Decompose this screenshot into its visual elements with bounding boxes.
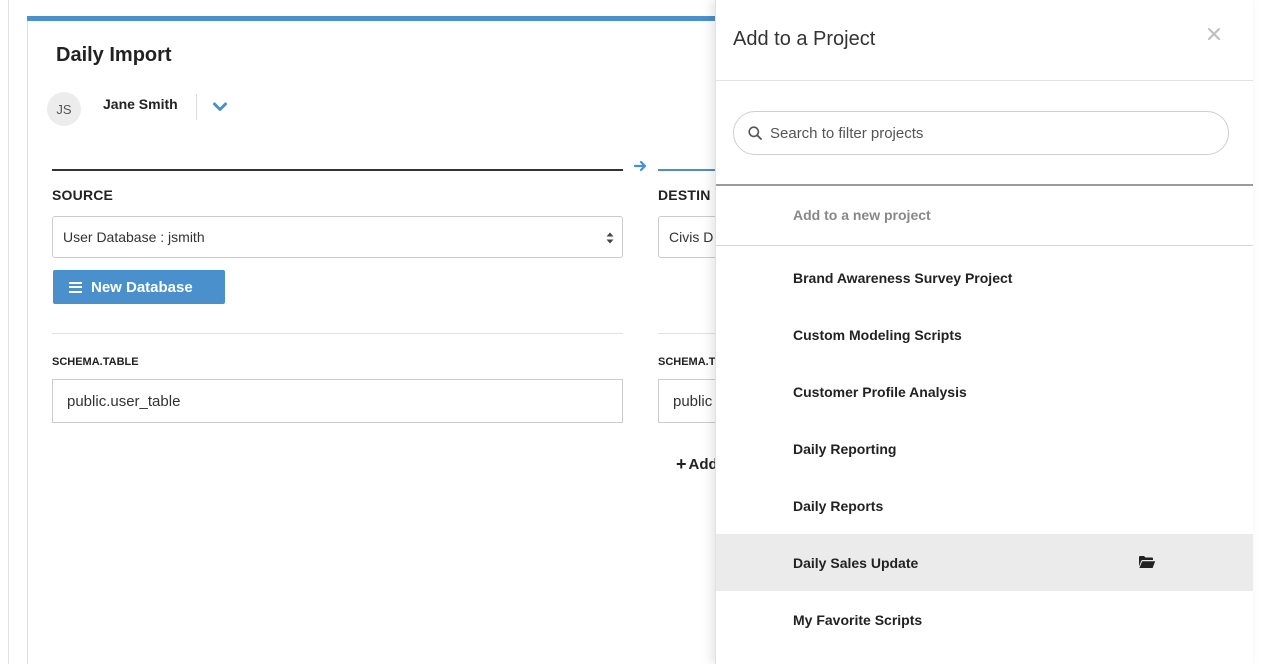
select-arrows-icon — [606, 232, 614, 244]
plus-icon: + — [676, 454, 687, 474]
source-database-value: User Database : jsmith — [63, 229, 205, 245]
chevron-down-icon — [212, 102, 227, 111]
source-flow-line — [52, 169, 623, 171]
project-item[interactable]: Daily Reporting — [716, 420, 1253, 477]
add-to-project-panel: Add to a Project Add to a new project Br… — [715, 0, 1253, 664]
source-divider — [52, 333, 623, 334]
arrow-right-icon — [633, 160, 647, 172]
source-schema-input[interactable]: public.user_table — [52, 379, 623, 423]
destination-heading: DESTIN — [658, 187, 711, 203]
project-item-label: My Favorite Scripts — [793, 611, 923, 628]
project-search-box[interactable] — [733, 111, 1229, 155]
owner-dropdown-button[interactable] — [209, 96, 231, 118]
owner-row: JS Jane Smith — [47, 92, 231, 126]
project-list: Brand Awareness Survey Project Custom Mo… — [716, 249, 1253, 648]
destination-flow-line — [658, 169, 718, 171]
project-item[interactable]: My Favorite Scripts — [716, 591, 1253, 648]
add-table-link[interactable]: + Add — [676, 454, 718, 475]
new-project-divider — [716, 245, 1253, 246]
project-item-label: Brand Awareness Survey Project — [793, 269, 1013, 286]
project-item-label: Daily Reports — [793, 497, 884, 514]
source-database-select[interactable]: User Database : jsmith — [52, 216, 623, 258]
destination-schema-label: SCHEMA.T — [658, 356, 716, 368]
hamburger-icon — [69, 281, 82, 293]
new-database-button[interactable]: New Database — [53, 270, 225, 304]
project-item[interactable]: Customer Profile Analysis — [716, 363, 1253, 420]
owner-divider — [195, 94, 197, 120]
destination-database-value: Civis D — [669, 229, 714, 245]
add-table-label: Add — [688, 456, 718, 473]
project-item-label: Daily Sales Update — [793, 554, 919, 571]
search-divider — [716, 184, 1253, 186]
folder-open-icon[interactable] — [1138, 555, 1156, 569]
avatar: JS — [47, 92, 81, 126]
panel-header-divider — [716, 80, 1253, 81]
page-edge — [8, 0, 9, 664]
new-database-label: New Database — [91, 278, 193, 296]
project-item[interactable]: Custom Modeling Scripts — [716, 306, 1253, 363]
close-icon[interactable] — [1206, 26, 1222, 42]
job-title: Daily Import — [56, 44, 172, 66]
project-search-input[interactable] — [770, 124, 1210, 142]
project-item[interactable]: Brand Awareness Survey Project — [716, 249, 1253, 306]
destination-schema-value: public — [673, 392, 713, 410]
source-heading: SOURCE — [52, 187, 114, 203]
project-item-label: Custom Modeling Scripts — [793, 326, 962, 343]
project-item[interactable]: Daily Reports — [716, 477, 1253, 534]
source-schema-label: SCHEMA.TABLE — [52, 356, 139, 368]
source-schema-value: public.user_table — [67, 392, 181, 410]
project-item-label: Customer Profile Analysis — [793, 383, 967, 400]
panel-title: Add to a Project — [733, 28, 876, 50]
add-new-project-link[interactable]: Add to a new project — [793, 207, 931, 223]
project-item-selected[interactable]: Daily Sales Update — [716, 534, 1253, 591]
project-item-label: Daily Reporting — [793, 440, 897, 457]
search-icon — [748, 126, 762, 140]
owner-name: Jane Smith — [103, 96, 178, 112]
